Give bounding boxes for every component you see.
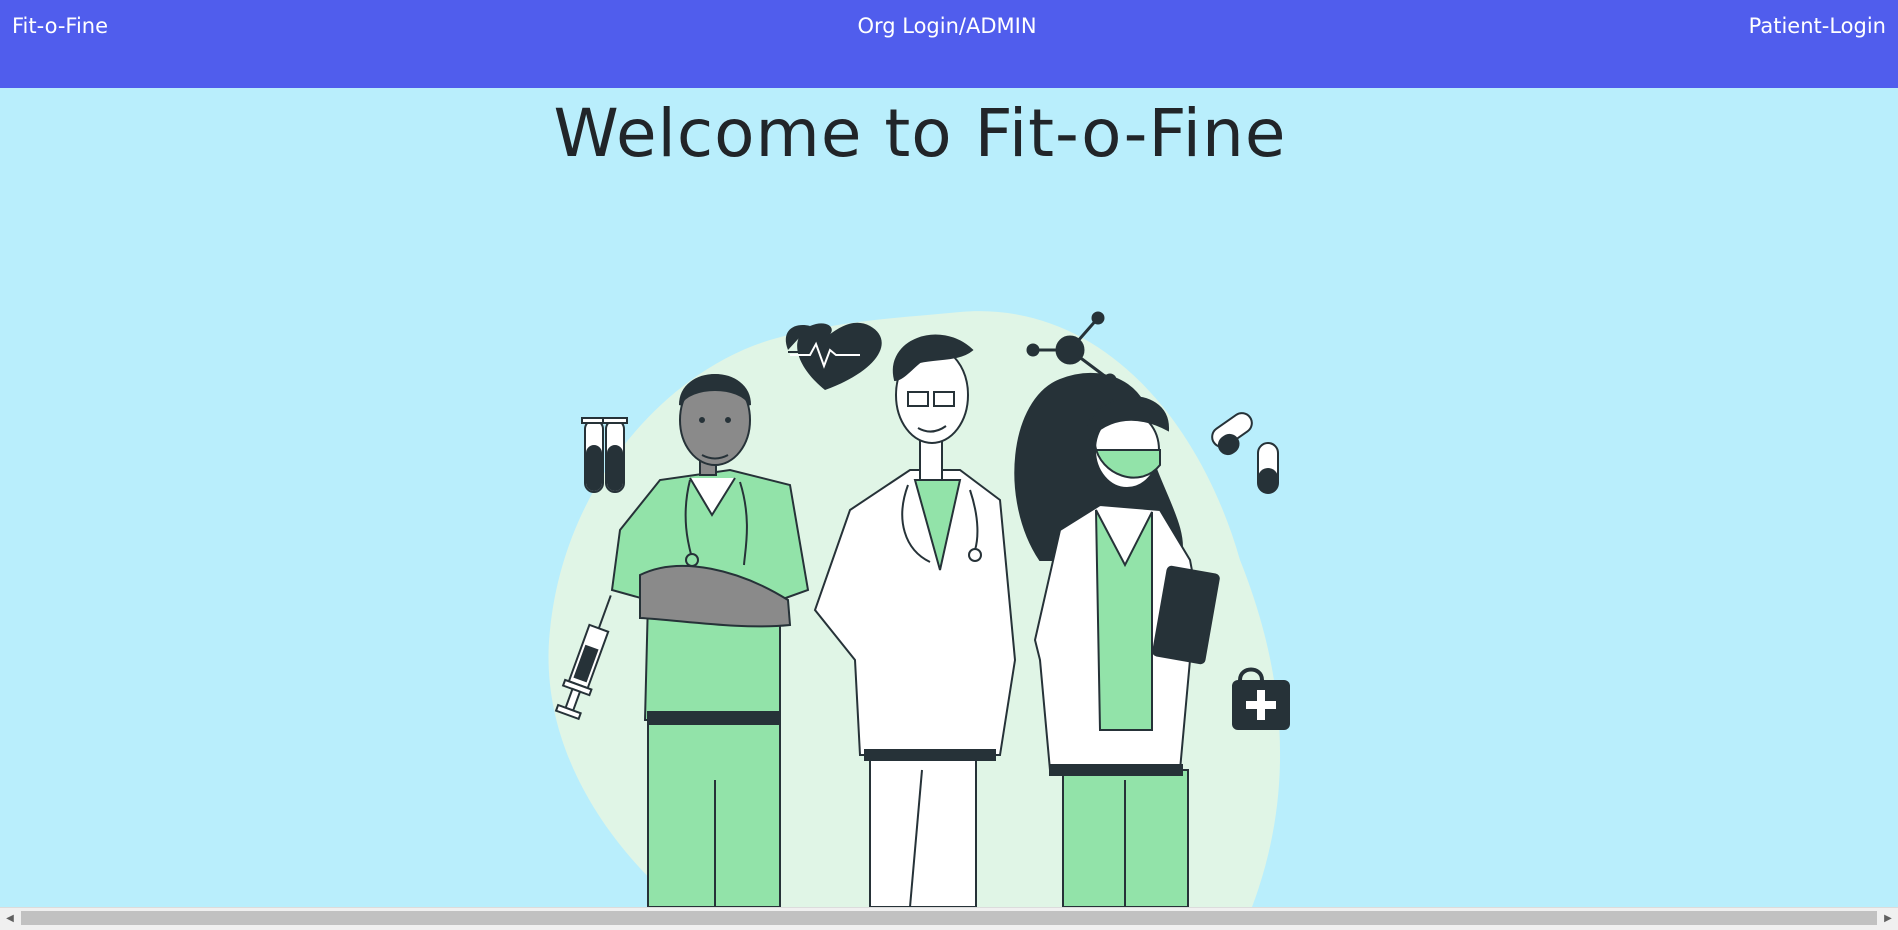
- top-navbar: Fit-o-Fine Org Login/ADMIN Patient-Login: [0, 0, 1898, 88]
- horizontal-scrollbar[interactable]: ◀ ▶: [0, 907, 1898, 930]
- scroll-right-icon[interactable]: ▶: [1881, 912, 1895, 926]
- first-aid-kit-icon: [1232, 667, 1290, 730]
- scroll-left-icon[interactable]: ◀: [3, 912, 17, 926]
- medical-staff-illustration: [548, 311, 1290, 907]
- org-login-link[interactable]: Org Login/ADMIN: [0, 14, 1894, 38]
- pill-icon: [1211, 412, 1279, 494]
- page-title: Welcome to Fit-o-Fine: [553, 95, 1287, 172]
- scrollbar-thumb[interactable]: [21, 911, 1877, 925]
- patient-login-link[interactable]: Patient-Login: [1749, 14, 1886, 38]
